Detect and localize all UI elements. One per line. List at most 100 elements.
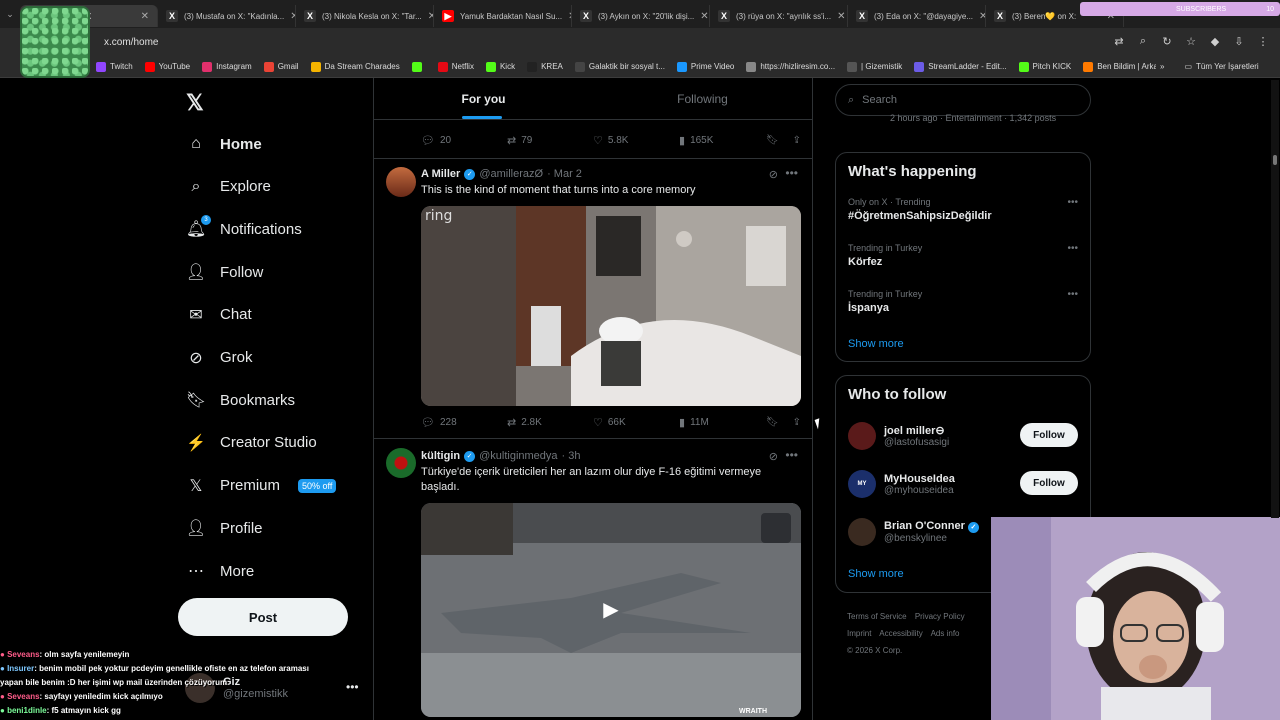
trend-item[interactable]: Trending in Turkey İspanya ••• xyxy=(848,289,1078,314)
bookmark-item[interactable]: YouTube xyxy=(144,61,190,72)
bookmarks-overflow-icon[interactable]: » xyxy=(1160,62,1164,71)
browser-tab[interactable]: X (3) Aykın on X: "20'lik dişi... ✕ xyxy=(572,5,710,27)
page-scrollbar[interactable] xyxy=(1271,80,1279,518)
all-bookmarks-folder[interactable]: ▭ Tüm Yer İşaretleri xyxy=(1184,62,1258,71)
more-dots-icon[interactable]: ••• xyxy=(785,166,798,180)
nav-item-premium[interactable]: 𝕏 Premium 50% off xyxy=(186,476,337,496)
show-more-link[interactable]: Show more xyxy=(848,568,904,580)
bookmark-item[interactable]: Twitch xyxy=(96,61,133,72)
browser-tab[interactable]: X(3) Mustafa on X: "Kadınla...✕ xyxy=(158,5,296,27)
more-dots-icon[interactable]: ••• xyxy=(1067,243,1078,254)
browser-tab[interactable]: X (3) rüya on X: "ayrılık ss'i... ✕ xyxy=(710,5,848,27)
nav-item-profile[interactable]: 👤︎ Profile xyxy=(186,518,263,538)
nav-item-creator-studio[interactable]: ⚡ Creator Studio xyxy=(186,433,317,453)
bookmark-item[interactable]: https://hizliresim.co... xyxy=(746,61,835,72)
reply-button[interactable]: 💬︎ 20 xyxy=(421,134,507,147)
bookmark-item[interactable]: Netflix xyxy=(437,61,474,72)
repost-button[interactable]: ⇄ 2.8K xyxy=(507,416,593,429)
nav-item-notifications[interactable]: 🔔︎ 3 Notifications xyxy=(186,215,302,239)
x-logo-icon[interactable]: 𝕏 xyxy=(186,90,204,116)
bookmark-item[interactable]: Gmail xyxy=(263,61,299,72)
tab-for-you[interactable]: For you xyxy=(374,78,593,119)
grok-icon[interactable]: ⊘ xyxy=(769,450,778,463)
more-dots-icon[interactable]: ••• xyxy=(1067,197,1078,208)
nav-item-bookmarks[interactable]: 🔖︎ Bookmarks xyxy=(186,390,295,410)
nav-item-chat[interactable]: ✉ Chat xyxy=(186,305,251,325)
avatar[interactable] xyxy=(386,448,416,478)
bookmark-item[interactable]: Ben Bildim | Arkada... xyxy=(1083,61,1156,72)
translate-icon[interactable]: ⇄ xyxy=(1112,34,1126,48)
show-more-link[interactable]: Show more xyxy=(848,338,904,350)
tweet-media-video[interactable]: ▶ WRAITH xyxy=(421,503,801,717)
bookmark-item[interactable]: KREA xyxy=(527,61,563,72)
post-button[interactable]: Post xyxy=(178,598,348,636)
nav-item-more[interactable]: ⋯ More xyxy=(186,561,254,581)
trend-item[interactable]: Trending in Turkey Körfez ••• xyxy=(848,243,1078,268)
tweet-author-name[interactable]: A Miller xyxy=(421,168,460,180)
bookmark-icon[interactable]: 🔖︎ xyxy=(766,417,779,428)
more-dots-icon[interactable]: ••• xyxy=(1067,289,1078,300)
views-button[interactable]: ▮ 165K xyxy=(679,134,765,147)
avatar[interactable] xyxy=(386,167,416,197)
suggested-account[interactable]: joel miller⊖ @lastofusasigi Follow xyxy=(848,418,1078,454)
bookmark-item[interactable]: Instagram xyxy=(202,61,252,72)
footer-link[interactable]: Imprint xyxy=(847,629,871,638)
bookmark-icon[interactable]: 🔖︎ xyxy=(766,135,779,146)
like-button[interactable]: ♡ 5.8K xyxy=(593,134,679,147)
footer-link[interactable]: Ads info xyxy=(931,629,960,638)
tweet-date[interactable]: · 3h xyxy=(562,450,581,462)
tweet-handle[interactable]: @kultiginmedya xyxy=(479,450,557,462)
url-field[interactable]: x.com/home xyxy=(104,37,158,48)
bookmark-item[interactable]: StreamLadder - Edit... xyxy=(914,61,1007,72)
like-button[interactable]: ♡ 66K xyxy=(593,416,679,429)
share-icon[interactable]: ⇪ xyxy=(793,135,801,146)
views-button[interactable]: ▮ 11M xyxy=(679,416,765,429)
nav-item-follow[interactable]: 👤︎ Follow xyxy=(186,262,264,282)
trend-item[interactable]: Only on X · Trending #ÖğretmenSahipsizDe… xyxy=(848,197,1078,222)
tab-close-icon[interactable]: ✕ xyxy=(837,11,845,22)
tweet-date[interactable]: · Mar 2 xyxy=(547,168,582,180)
footer-link[interactable]: Accessibility xyxy=(879,629,923,638)
scrollbar-thumb[interactable] xyxy=(1273,155,1277,165)
repost-button[interactable]: ⇄ 79 xyxy=(507,134,593,147)
bookmark-item[interactable]: | Gizemistik xyxy=(847,61,902,72)
play-icon[interactable]: ▶ xyxy=(599,597,623,621)
tab-search-icon[interactable]: ⌄ xyxy=(0,9,20,20)
tweet-author-name[interactable]: kültigin xyxy=(421,450,460,462)
bookmark-item[interactable] xyxy=(411,61,426,72)
reply-button[interactable]: 💬︎ 228 xyxy=(421,416,507,429)
menu-icon[interactable]: ⋮ xyxy=(1256,34,1270,48)
footer-link[interactable]: Terms of Service xyxy=(847,612,907,621)
tweet-media-image[interactable]: ring xyxy=(421,206,801,406)
nav-item-explore[interactable]: ⌕ Explore xyxy=(186,177,271,197)
bookmark-item[interactable]: Pitch KICK xyxy=(1018,61,1071,72)
zoom-icon[interactable]: ⌕ xyxy=(1136,34,1150,48)
bookmark-item[interactable]: Da Stream Charades xyxy=(310,61,400,72)
bookmark-item[interactable]: Kick xyxy=(485,61,515,72)
nav-item-grok[interactable]: ⊘ Grok xyxy=(186,348,252,368)
search-input[interactable]: ⌕ Search xyxy=(835,84,1091,116)
nav-item-home[interactable]: ⌂ Home xyxy=(186,134,262,154)
share-icon[interactable]: ↻ xyxy=(1160,34,1174,48)
follow-button[interactable]: Follow xyxy=(1020,471,1078,495)
more-dots-icon[interactable]: ••• xyxy=(346,680,359,694)
tab-close-icon[interactable]: ✕ xyxy=(141,11,149,22)
tweet-handle[interactable]: @amillerazØ xyxy=(479,168,543,180)
follow-button[interactable]: Follow xyxy=(1020,423,1078,447)
suggested-account[interactable]: MY MyHouseIdea @myhouseidea Follow xyxy=(848,466,1078,502)
share-icon[interactable]: ⇪ xyxy=(793,417,801,428)
browser-tab[interactable]: ▶Yamuk Bardaktan Nasıl Su...✕ xyxy=(434,5,572,27)
tab-close-icon[interactable]: ✕ xyxy=(700,11,708,22)
grok-icon[interactable]: ⊘ xyxy=(769,168,778,181)
download-icon[interactable]: ⇩ xyxy=(1232,34,1246,48)
more-dots-icon[interactable]: ••• xyxy=(785,448,798,462)
browser-tab[interactable]: X(3) Nikola Kesla on X: "Tar...✕ xyxy=(296,5,434,27)
browser-tab[interactable]: X (3) Eda on X: "@dayagiye... ✕ xyxy=(848,5,986,27)
footer-link[interactable]: Privacy Policy xyxy=(915,612,965,621)
tab-following[interactable]: Following xyxy=(593,78,812,119)
bookmark-item[interactable]: Prime Video xyxy=(676,61,734,72)
tab-close-icon[interactable]: ✕ xyxy=(979,11,985,22)
star-icon[interactable]: ☆ xyxy=(1184,34,1198,48)
extension-icon[interactable]: ◆ xyxy=(1208,34,1222,48)
bookmark-item[interactable]: Galaktik bir sosyal t... xyxy=(574,61,665,72)
